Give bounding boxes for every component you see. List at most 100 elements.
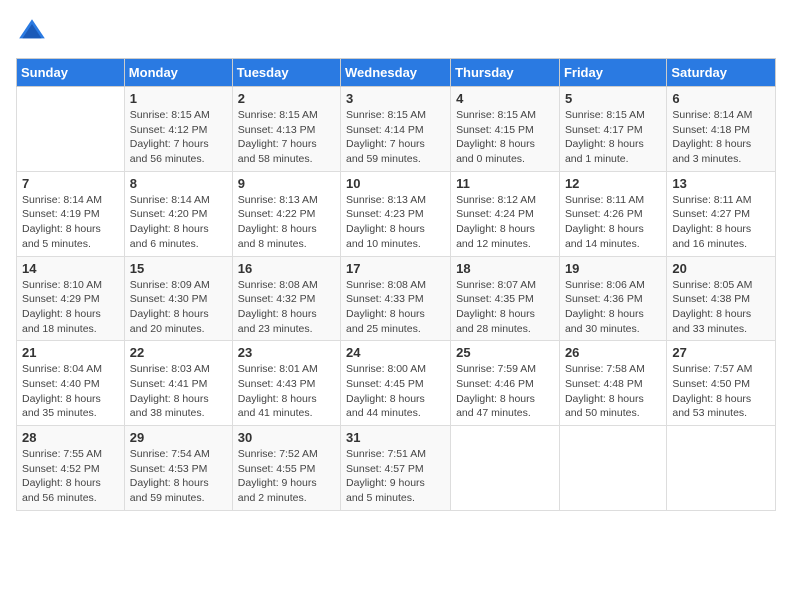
day-info: Sunrise: 7:58 AM Sunset: 4:48 PM Dayligh… <box>565 362 661 421</box>
day-info: Sunrise: 8:13 AM Sunset: 4:23 PM Dayligh… <box>346 193 445 252</box>
calendar-cell: 7 Sunrise: 8:14 AM Sunset: 4:19 PM Daylig… <box>17 171 125 256</box>
day-info: Sunrise: 8:08 AM Sunset: 4:32 PM Dayligh… <box>238 278 335 337</box>
day-number: 18 <box>456 261 554 276</box>
day-number: 14 <box>22 261 119 276</box>
day-info: Sunrise: 7:52 AM Sunset: 4:55 PM Dayligh… <box>238 447 335 506</box>
col-header-wednesday: Wednesday <box>341 59 451 87</box>
day-number: 15 <box>130 261 227 276</box>
day-number: 11 <box>456 176 554 191</box>
day-number: 12 <box>565 176 661 191</box>
day-info: Sunrise: 8:06 AM Sunset: 4:36 PM Dayligh… <box>565 278 661 337</box>
calendar-week-2: 14Sunrise: 8:10 AM Sunset: 4:29 PM Dayli… <box>17 256 776 341</box>
calendar-cell: 30 Sunrise: 7:52 AM Sunset: 4:55 PM Dayli… <box>232 426 340 511</box>
day-info: Sunrise: 8:15 AM Sunset: 4:13 PM Dayligh… <box>238 108 335 167</box>
day-info: Sunrise: 8:15 AM Sunset: 4:17 PM Dayligh… <box>565 108 661 167</box>
calendar-cell: 18 Sunrise: 8:07 AM Sunset: 4:35 PM Dayli… <box>451 256 560 341</box>
calendar-cell <box>17 87 125 172</box>
day-info: Sunrise: 7:51 AM Sunset: 4:57 PM Dayligh… <box>346 447 445 506</box>
day-number: 3 <box>346 91 445 106</box>
header-row: SundayMondayTuesdayWednesdayThursdayFrid… <box>17 59 776 87</box>
day-info: Sunrise: 8:15 AM Sunset: 4:12 PM Dayligh… <box>130 108 227 167</box>
logo <box>16 16 52 48</box>
day-info: Sunrise: 8:05 AM Sunset: 4:38 PM Dayligh… <box>672 278 770 337</box>
day-number: 8 <box>130 176 227 191</box>
calendar-body: 1 Sunrise: 8:15 AM Sunset: 4:12 PM Daylig… <box>17 87 776 511</box>
calendar-cell: 15 Sunrise: 8:09 AM Sunset: 4:30 PM Dayli… <box>124 256 232 341</box>
calendar-cell: 6 Sunrise: 8:14 AM Sunset: 4:18 PM Daylig… <box>667 87 776 172</box>
day-info: Sunrise: 8:13 AM Sunset: 4:22 PM Dayligh… <box>238 193 335 252</box>
day-number: 29 <box>130 430 227 445</box>
day-number: 10 <box>346 176 445 191</box>
day-info: Sunrise: 8:15 AM Sunset: 4:15 PM Dayligh… <box>456 108 554 167</box>
day-info: Sunrise: 8:04 AM Sunset: 4:40 PM Dayligh… <box>22 362 119 421</box>
calendar-cell: 28 Sunrise: 7:55 AM Sunset: 4:52 PM Dayli… <box>17 426 125 511</box>
calendar-cell: 24 Sunrise: 8:00 AM Sunset: 4:45 PM Dayli… <box>341 341 451 426</box>
day-info: Sunrise: 8:14 AM Sunset: 4:18 PM Dayligh… <box>672 108 770 167</box>
day-number: 7 <box>22 176 119 191</box>
day-info: Sunrise: 8:00 AM Sunset: 4:45 PM Dayligh… <box>346 362 445 421</box>
calendar-table: SundayMondayTuesdayWednesdayThursdayFrid… <box>16 58 776 511</box>
day-info: Sunrise: 8:09 AM Sunset: 4:30 PM Dayligh… <box>130 278 227 337</box>
day-info: Sunrise: 7:59 AM Sunset: 4:46 PM Dayligh… <box>456 362 554 421</box>
day-info: Sunrise: 7:55 AM Sunset: 4:52 PM Dayligh… <box>22 447 119 506</box>
day-number: 21 <box>22 345 119 360</box>
calendar-cell: 13 Sunrise: 8:11 AM Sunset: 4:27 PM Dayli… <box>667 171 776 256</box>
calendar-week-0: 1 Sunrise: 8:15 AM Sunset: 4:12 PM Daylig… <box>17 87 776 172</box>
day-info: Sunrise: 7:54 AM Sunset: 4:53 PM Dayligh… <box>130 447 227 506</box>
day-number: 9 <box>238 176 335 191</box>
day-info: Sunrise: 8:12 AM Sunset: 4:24 PM Dayligh… <box>456 193 554 252</box>
calendar-cell: 20Sunrise: 8:05 AM Sunset: 4:38 PM Dayli… <box>667 256 776 341</box>
day-number: 23 <box>238 345 335 360</box>
day-info: Sunrise: 8:07 AM Sunset: 4:35 PM Dayligh… <box>456 278 554 337</box>
calendar-cell: 2 Sunrise: 8:15 AM Sunset: 4:13 PM Daylig… <box>232 87 340 172</box>
day-number: 31 <box>346 430 445 445</box>
calendar-cell: 12Sunrise: 8:11 AM Sunset: 4:26 PM Dayli… <box>559 171 666 256</box>
day-info: Sunrise: 8:14 AM Sunset: 4:20 PM Dayligh… <box>130 193 227 252</box>
calendar-cell: 29 Sunrise: 7:54 AM Sunset: 4:53 PM Dayli… <box>124 426 232 511</box>
day-info: Sunrise: 8:11 AM Sunset: 4:27 PM Dayligh… <box>672 193 770 252</box>
page-header <box>16 16 776 48</box>
day-info: Sunrise: 7:57 AM Sunset: 4:50 PM Dayligh… <box>672 362 770 421</box>
day-number: 27 <box>672 345 770 360</box>
calendar-cell <box>451 426 560 511</box>
calendar-cell: 11 Sunrise: 8:12 AM Sunset: 4:24 PM Dayli… <box>451 171 560 256</box>
day-number: 16 <box>238 261 335 276</box>
day-number: 24 <box>346 345 445 360</box>
day-number: 26 <box>565 345 661 360</box>
calendar-cell: 19 Sunrise: 8:06 AM Sunset: 4:36 PM Dayli… <box>559 256 666 341</box>
day-info: Sunrise: 8:03 AM Sunset: 4:41 PM Dayligh… <box>130 362 227 421</box>
calendar-week-1: 7 Sunrise: 8:14 AM Sunset: 4:19 PM Daylig… <box>17 171 776 256</box>
calendar-cell: 9 Sunrise: 8:13 AM Sunset: 4:22 PM Daylig… <box>232 171 340 256</box>
day-number: 28 <box>22 430 119 445</box>
day-number: 1 <box>130 91 227 106</box>
calendar-cell <box>667 426 776 511</box>
day-info: Sunrise: 8:08 AM Sunset: 4:33 PM Dayligh… <box>346 278 445 337</box>
calendar-cell: 10 Sunrise: 8:13 AM Sunset: 4:23 PM Dayli… <box>341 171 451 256</box>
calendar-cell: 25Sunrise: 7:59 AM Sunset: 4:46 PM Dayli… <box>451 341 560 426</box>
day-number: 17 <box>346 261 445 276</box>
day-number: 19 <box>565 261 661 276</box>
day-number: 6 <box>672 91 770 106</box>
calendar-cell <box>559 426 666 511</box>
calendar-cell: 4 Sunrise: 8:15 AM Sunset: 4:15 PM Daylig… <box>451 87 560 172</box>
col-header-sunday: Sunday <box>17 59 125 87</box>
day-number: 22 <box>130 345 227 360</box>
day-info: Sunrise: 8:01 AM Sunset: 4:43 PM Dayligh… <box>238 362 335 421</box>
day-number: 4 <box>456 91 554 106</box>
calendar-cell: 27 Sunrise: 7:57 AM Sunset: 4:50 PM Dayli… <box>667 341 776 426</box>
day-number: 2 <box>238 91 335 106</box>
day-number: 30 <box>238 430 335 445</box>
day-info: Sunrise: 8:14 AM Sunset: 4:19 PM Dayligh… <box>22 193 119 252</box>
day-number: 13 <box>672 176 770 191</box>
calendar-header: SundayMondayTuesdayWednesdayThursdayFrid… <box>17 59 776 87</box>
col-header-monday: Monday <box>124 59 232 87</box>
calendar-cell: 8 Sunrise: 8:14 AM Sunset: 4:20 PM Daylig… <box>124 171 232 256</box>
calendar-cell: 3Sunrise: 8:15 AM Sunset: 4:14 PM Daylig… <box>341 87 451 172</box>
calendar-cell: 17 Sunrise: 8:08 AM Sunset: 4:33 PM Dayli… <box>341 256 451 341</box>
calendar-cell: 14Sunrise: 8:10 AM Sunset: 4:29 PM Dayli… <box>17 256 125 341</box>
calendar-cell: 31 Sunrise: 7:51 AM Sunset: 4:57 PM Dayli… <box>341 426 451 511</box>
calendar-cell: 1 Sunrise: 8:15 AM Sunset: 4:12 PM Daylig… <box>124 87 232 172</box>
calendar-cell: 5Sunrise: 8:15 AM Sunset: 4:17 PM Daylig… <box>559 87 666 172</box>
col-header-friday: Friday <box>559 59 666 87</box>
calendar-cell: 16 Sunrise: 8:08 AM Sunset: 4:32 PM Dayli… <box>232 256 340 341</box>
